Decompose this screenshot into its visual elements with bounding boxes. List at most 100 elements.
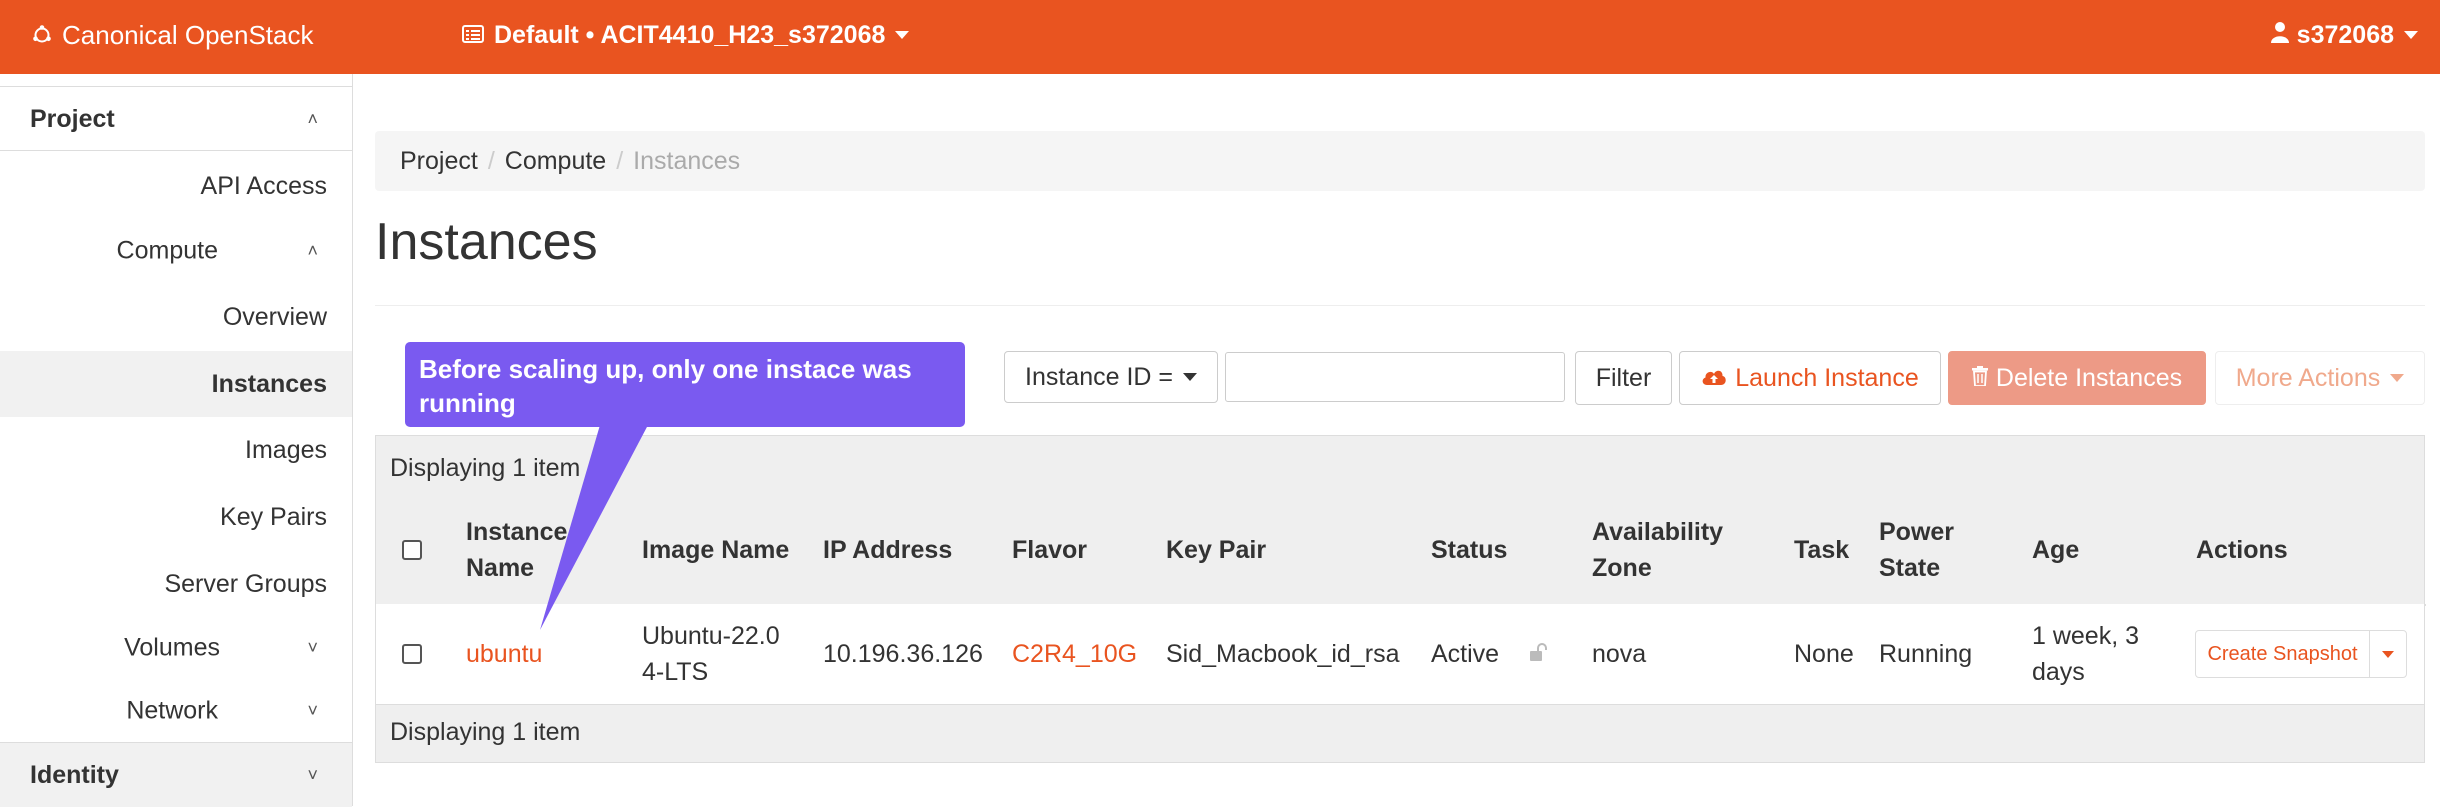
sidebar-group-volumes[interactable]: Volumes ˅ bbox=[0, 616, 352, 680]
sidebar-item-overview[interactable]: Overview bbox=[0, 285, 352, 349]
chevron-down-icon: ˅ bbox=[307, 764, 318, 785]
col-age[interactable]: Age bbox=[2032, 496, 2079, 604]
col-status[interactable]: Status bbox=[1431, 496, 1507, 604]
breadcrumb: Project / Compute / Instances bbox=[375, 131, 2425, 191]
display-count-top: Displaying 1 item bbox=[390, 454, 581, 482]
breadcrumb-instances: Instances bbox=[633, 146, 741, 175]
availability-zone-cell: nova bbox=[1592, 640, 1647, 668]
col-instance-name[interactable]: Instance Name bbox=[466, 496, 576, 604]
annotation-text: Before scaling up, only one instace was … bbox=[419, 354, 912, 418]
row-actions-toggle[interactable] bbox=[2369, 631, 2406, 677]
ip-address-cell: 10.196.36.126 bbox=[823, 640, 983, 668]
sidebar-group-label: Compute bbox=[116, 236, 218, 265]
ubuntu-circle-icon bbox=[33, 25, 51, 43]
col-availability-zone[interactable]: Availability Zone bbox=[1592, 496, 1752, 604]
user-menu-dropdown[interactable]: s372068 bbox=[2270, 0, 2418, 70]
brand-name: Canonical OpenStack bbox=[62, 19, 314, 50]
delete-instances-label: Delete Instances bbox=[1995, 363, 2183, 392]
title-divider bbox=[375, 305, 2425, 306]
col-actions: Actions bbox=[2196, 536, 2288, 564]
instance-name-link[interactable]: ubuntu bbox=[466, 604, 542, 704]
sidebar-item-instances[interactable]: Instances bbox=[0, 351, 352, 417]
sidebar-item-label: Instances bbox=[211, 369, 327, 398]
top-navbar: Canonical OpenStack Default • ACIT4410_H… bbox=[0, 0, 2440, 74]
sidebar: Project ˄ API Access Compute ˄ Overview … bbox=[0, 74, 353, 807]
caret-down-icon bbox=[2382, 650, 2394, 658]
sidebar-group-network[interactable]: Network ˅ bbox=[0, 679, 352, 743]
filter-input[interactable] bbox=[1225, 352, 1565, 402]
table-header-row: Instance Name Image Name IP Address Flav… bbox=[376, 496, 2426, 606]
chevron-up-icon: ˄ bbox=[307, 108, 318, 129]
sidebar-group-label: Network bbox=[126, 696, 218, 725]
col-task[interactable]: Task bbox=[1794, 496, 1849, 604]
sidebar-item-server-groups[interactable]: Server Groups bbox=[0, 552, 352, 616]
sidebar-item-label: Server Groups bbox=[164, 569, 327, 598]
sidebar-group-compute[interactable]: Compute ˄ bbox=[0, 219, 352, 283]
create-snapshot-button[interactable]: Create Snapshot bbox=[2196, 643, 2369, 666]
caret-down-icon bbox=[895, 31, 910, 39]
status-cell: Active bbox=[1431, 604, 1549, 704]
select-all-checkbox-cell bbox=[402, 496, 422, 604]
more-actions-label: More Actions bbox=[2235, 363, 2381, 392]
caret-down-icon bbox=[2404, 31, 2418, 39]
caret-down-icon bbox=[2390, 374, 2405, 382]
sidebar-divider bbox=[0, 86, 352, 87]
project-selector-dropdown[interactable]: Default • ACIT4410_H23_s372068 bbox=[462, 0, 910, 70]
row-checkbox-cell bbox=[402, 604, 422, 704]
col-key-pair[interactable]: Key Pair bbox=[1166, 496, 1266, 604]
breadcrumb-separator: / bbox=[616, 146, 624, 175]
filter-field-dropdown[interactable]: Instance ID = bbox=[1004, 351, 1218, 403]
list-icon bbox=[462, 21, 484, 50]
launch-instance-label: Launch Instance bbox=[1735, 363, 1919, 392]
sidebar-item-label: Images bbox=[245, 435, 327, 464]
filter-button-label: Filter bbox=[1595, 363, 1652, 392]
user-icon bbox=[2270, 21, 2289, 50]
page-title: Instances bbox=[375, 213, 598, 271]
sidebar-section-project[interactable]: Project ˄ bbox=[0, 88, 352, 151]
age-cell: 1 week, 3 days bbox=[2032, 622, 2140, 686]
chevron-down-icon: ˅ bbox=[307, 637, 318, 658]
sidebar-item-api-access[interactable]: API Access bbox=[0, 154, 352, 218]
table-row: ubuntu Ubuntu-22.0 4-LTS 10.196.36.126 C… bbox=[376, 604, 2424, 705]
display-count-bottom: Displaying 1 item bbox=[390, 718, 581, 746]
sidebar-section-identity[interactable]: Identity ˅ bbox=[0, 742, 352, 807]
more-actions-dropdown[interactable]: More Actions bbox=[2215, 351, 2425, 405]
project-selector-label: Default • ACIT4410_H23_s372068 bbox=[494, 20, 886, 49]
annotation-callout: Before scaling up, only one instace was … bbox=[405, 342, 965, 427]
cloud-upload-icon bbox=[1701, 364, 1727, 393]
sidebar-section-label: Identity bbox=[30, 760, 119, 789]
trash-icon bbox=[1971, 364, 1988, 393]
filter-field-label: Instance ID = bbox=[1025, 362, 1173, 391]
power-state-cell: Running bbox=[1879, 640, 1973, 668]
instances-table: Displaying 1 item Instance Name Image Na… bbox=[375, 435, 2426, 763]
breadcrumb-project[interactable]: Project bbox=[400, 147, 478, 176]
breadcrumb-separator: / bbox=[487, 146, 495, 175]
key-pair-cell: Sid_Macbook_id_rsa bbox=[1166, 640, 1400, 668]
sidebar-item-label: API Access bbox=[200, 171, 327, 200]
col-ip-address[interactable]: IP Address bbox=[823, 496, 952, 604]
col-image-name[interactable]: Image Name bbox=[642, 496, 789, 604]
brand-logo-link[interactable]: Canonical OpenStack bbox=[32, 0, 313, 70]
select-all-checkbox[interactable] bbox=[402, 540, 422, 560]
status-text: Active bbox=[1431, 640, 1500, 668]
flavor-link[interactable]: C2R4_10G bbox=[1012, 604, 1137, 704]
row-checkbox[interactable] bbox=[402, 644, 422, 664]
chevron-up-icon: ˄ bbox=[307, 240, 318, 261]
sidebar-item-label: Key Pairs bbox=[220, 502, 327, 531]
image-name-cell: Ubuntu-22.0 4-LTS bbox=[642, 622, 780, 686]
chevron-down-icon: ˅ bbox=[307, 700, 318, 721]
col-flavor[interactable]: Flavor bbox=[1012, 496, 1087, 604]
sidebar-item-label: Overview bbox=[222, 302, 327, 331]
col-power-state[interactable]: Power State bbox=[1879, 496, 1969, 604]
user-name: s372068 bbox=[2296, 20, 2394, 49]
delete-instances-button[interactable]: Delete Instances bbox=[1948, 351, 2206, 405]
launch-instance-button[interactable]: Launch Instance bbox=[1679, 351, 1941, 405]
sidebar-group-label: Volumes bbox=[124, 633, 220, 662]
task-cell: None bbox=[1794, 640, 1854, 668]
sidebar-item-key-pairs[interactable]: Key Pairs bbox=[0, 485, 352, 549]
filter-button[interactable]: Filter bbox=[1575, 351, 1672, 405]
sidebar-item-images[interactable]: Images bbox=[0, 418, 352, 482]
sidebar-section-label: Project bbox=[30, 104, 115, 133]
breadcrumb-compute[interactable]: Compute bbox=[505, 147, 606, 176]
caret-down-icon bbox=[1183, 373, 1197, 381]
